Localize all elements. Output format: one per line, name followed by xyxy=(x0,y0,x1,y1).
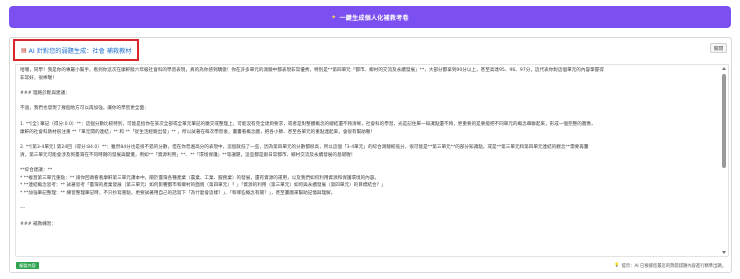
close-button[interactable]: 關閉 xyxy=(710,43,727,53)
content-line: * **連結概念思考：** 試著思考「臺灣的產業發展（第三單元）如何影響都市和鄉… xyxy=(20,183,386,189)
generate-remedial-exam-label: 一鍵生成個人化補救考卷 xyxy=(339,14,409,22)
content-line xyxy=(20,113,714,121)
content-line: 1. **[全] 筆記（得分:0.0）**：這個分數比較特別，可能是指你在某次全… xyxy=(20,121,596,127)
content-line: * **複習第三單元重點：** 請你回頭看看康軒第三單元課本中，關於臺灣各種產業… xyxy=(20,175,379,181)
footer-hint: 💡 提示：AI 已根據您最近的弊錯錯題內容進行精準出題。 xyxy=(614,262,726,269)
content-line: 康軒的社會科教材很注重 **「單元間的連結」** 和 **「從生活經驗出發」**… xyxy=(20,129,375,135)
content-line xyxy=(20,98,714,106)
sparkle-icon: ✦ xyxy=(331,13,337,21)
content-line: 清，第三單元可能會涉及到臺灣在不同時期的發展與變遷，例如**「資源利用」**、*… xyxy=(20,152,356,158)
scroll-down-arrow-icon[interactable] xyxy=(722,251,726,254)
card-title-box: ▤ AI 針對您的弱題生成：社會 補救教材 xyxy=(13,39,139,61)
content-line: **綜合建議：** xyxy=(20,167,53,173)
document-icon: ▤ xyxy=(21,46,27,54)
content-line: 2. **[第3-4單元] 第24回（得分:84.0）**：雖然84分也是很不錯… xyxy=(20,144,589,150)
card-header: ▤ AI 針對您的弱題生成：社會 補救教材 關閉 xyxy=(10,38,731,61)
content-line: 哈囉，同學！我是你的專屬小幫手，看到你這次在康軒版六年級社會科的學習表現，真的為… xyxy=(20,68,604,73)
content-line xyxy=(20,198,714,206)
remedial-material-card: ▤ AI 針對您的弱題生成：社會 補救教材 關閉 哈囉，同學！我是你的專屬小幫手… xyxy=(9,37,732,273)
scroll-up-arrow-icon[interactable] xyxy=(722,67,726,70)
content-line: 不過，我們也發現了幾個地方可以再加強，讓你的學習更全面： xyxy=(20,106,149,112)
content-line: --- xyxy=(20,206,25,212)
content-scrollbar[interactable] xyxy=(721,66,727,255)
content-line: ### 補救練習： xyxy=(20,221,56,227)
content-line xyxy=(20,228,714,236)
generate-remedial-exam-button[interactable]: ✦ 一鍵生成個人化補救考卷 xyxy=(9,6,731,28)
scroll-thumb[interactable] xyxy=(722,74,726,168)
content-line: 非常好，很棒喔！ xyxy=(20,75,57,81)
content-line: * **加強筆記整理：** 練習整理筆記時，不只抄寫重點，更要試著用自己的話寫下… xyxy=(20,191,336,196)
content-line xyxy=(20,136,714,144)
lightbulb-icon: 💡 xyxy=(614,263,620,268)
content-line: ### 理路診斷與建議： xyxy=(20,91,70,97)
content-line xyxy=(20,159,714,167)
copy-content-button[interactable]: 複製內容 xyxy=(16,262,39,269)
content-line xyxy=(20,82,714,90)
content-lines: 哈囉，同學！我是你的專屬小幫手，看到你這次在康軒版六年級社會科的學習表現，真的為… xyxy=(20,67,714,236)
footer-hint-text: 提示：AI 已根據您最近的弊錯錯題內容進行精準出題。 xyxy=(621,263,726,269)
card-title: AI 針對您的弱題生成：社會 補救教材 xyxy=(28,47,132,55)
material-content-textarea[interactable]: 哈囉，同學！我是你的專屬小幫手，看到你這次在康軒版六年級社會科的學習表現，真的為… xyxy=(15,64,729,257)
content-line xyxy=(20,213,714,221)
